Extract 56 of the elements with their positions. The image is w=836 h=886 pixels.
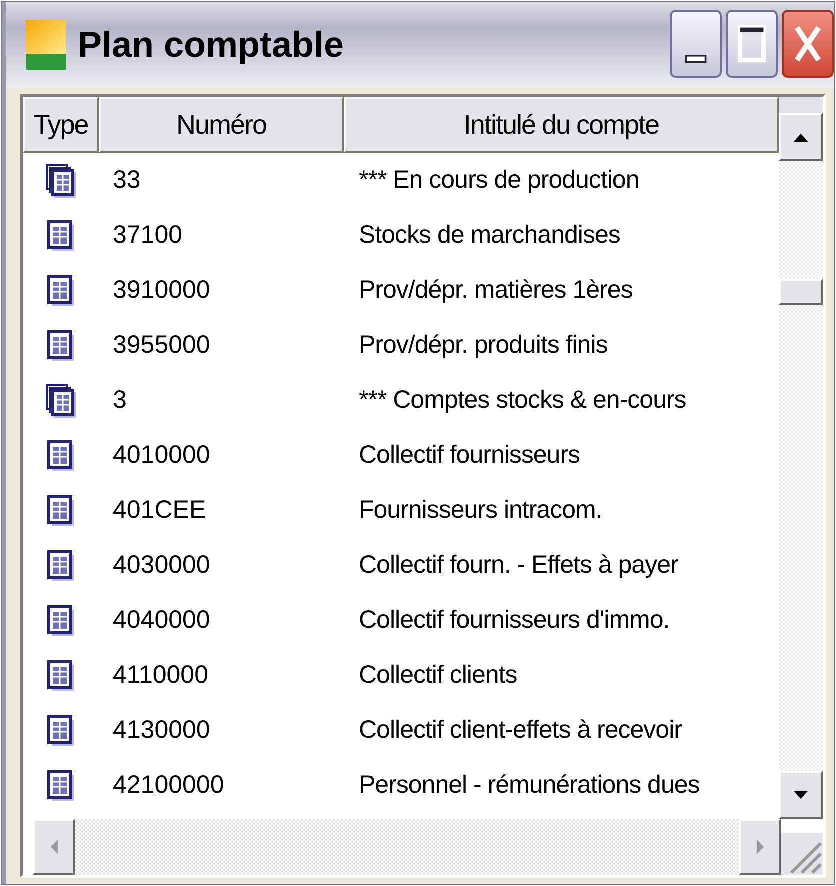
account-number: 4030000	[112, 551, 212, 580]
account-number: 4110000	[112, 661, 210, 690]
ledger-icon	[46, 604, 76, 638]
close-button[interactable]	[782, 10, 834, 78]
account-number: 4040000	[112, 606, 212, 635]
scroll-thumb[interactable]	[779, 279, 823, 305]
scroll-right-button[interactable]	[739, 819, 781, 875]
ledger-icon	[46, 438, 76, 472]
ledger-icon	[46, 768, 76, 802]
up-triangle-icon	[792, 132, 810, 142]
ledger-icon	[46, 494, 76, 528]
account-number: 33	[112, 166, 142, 195]
left-triangle-icon	[48, 838, 60, 856]
column-header[interactable]: Numéro	[99, 97, 344, 153]
column-header[interactable]: Type	[23, 97, 99, 153]
account-number: 401CEE	[112, 496, 208, 525]
column-header[interactable]: Intitulé du compte	[344, 97, 779, 153]
minimize-icon	[685, 55, 707, 63]
account-title: Collectif clients	[358, 661, 518, 690]
ledger-icon	[46, 658, 76, 692]
account-number: 3910000	[112, 276, 212, 305]
account-title: Prov/dépr. matières 1ères	[358, 276, 634, 305]
account-title: Collectif fournisseurs d'immo.	[358, 606, 671, 635]
account-number: 4130000	[112, 716, 212, 745]
account-number: 4010000	[112, 441, 212, 470]
account-title: Personnel - rémunérations dues	[358, 771, 701, 800]
account-title: Collectif fourn. - Effets à payer	[358, 551, 680, 580]
app-icon	[26, 20, 66, 70]
account-number: 3	[112, 386, 128, 415]
account-title: *** En cours de production	[358, 166, 640, 195]
down-triangle-icon	[792, 790, 810, 800]
ledger-icon	[46, 714, 76, 748]
account-title: Prov/dépr. produits finis	[358, 331, 609, 360]
account-title: Collectif fournisseurs	[358, 441, 582, 470]
minimize-button[interactable]	[670, 10, 722, 78]
account-title: Stocks de marchandises	[358, 221, 622, 250]
account-number: 37100	[112, 221, 184, 250]
ledger-stack-icon	[46, 164, 76, 198]
window-title: Plan comptable	[78, 24, 346, 66]
right-triangle-icon	[754, 838, 766, 856]
scroll-up-button[interactable]	[779, 113, 823, 161]
account-title: Fournisseurs intracom.	[358, 496, 604, 525]
ledger-icon	[46, 274, 76, 308]
scroll-down-button[interactable]	[779, 771, 823, 819]
maximize-button[interactable]	[726, 10, 778, 78]
ledger-stack-icon	[46, 384, 76, 418]
account-number: 3955000	[112, 331, 212, 360]
scroll-left-button[interactable]	[33, 819, 75, 875]
ledger-icon	[46, 218, 76, 252]
vertical-scrollbar[interactable]	[779, 97, 823, 819]
ledger-icon	[46, 548, 76, 582]
account-title: Collectif client-effets à recevoir	[358, 716, 683, 745]
account-title: *** Comptes stocks & en-cours	[358, 386, 688, 415]
account-number: 42100000	[112, 771, 226, 800]
resize-grip-icon[interactable]	[781, 833, 823, 875]
ledger-icon	[46, 328, 76, 362]
